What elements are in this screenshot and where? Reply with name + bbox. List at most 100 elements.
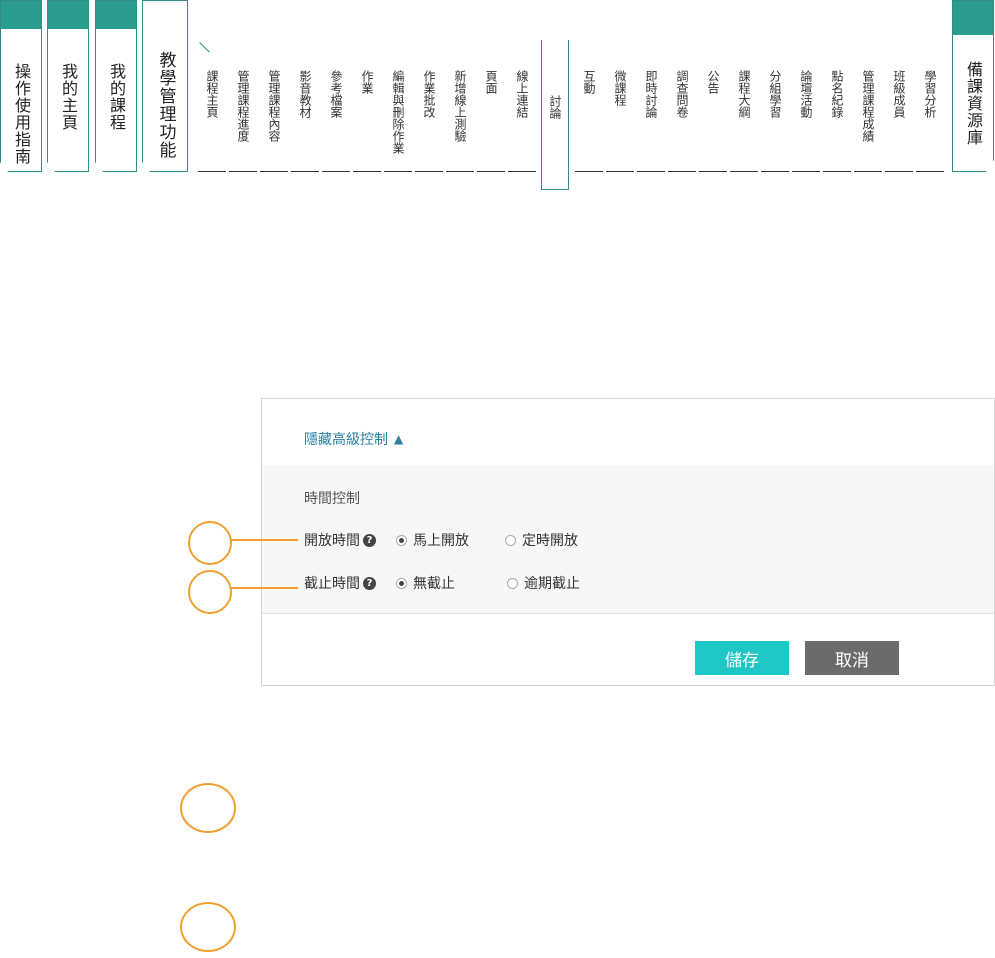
subtab-underline — [823, 171, 851, 172]
radio-label: 定時開放 — [522, 533, 578, 549]
radio-selected-icon — [396, 577, 407, 589]
subtab-label: 分組學習 — [768, 70, 782, 118]
tab-cap — [48, 1, 88, 29]
subtab-grading[interactable]: 作業批改 — [415, 40, 443, 172]
subtab-underline — [291, 171, 319, 172]
subtab-new-quiz[interactable]: 新增線上測驗 — [446, 40, 474, 172]
open-time-row: 開放時間 ? 馬上開放 定時開放 — [304, 530, 578, 550]
subtab-underline — [322, 171, 350, 172]
deadline-label: 截止時間 — [304, 576, 360, 592]
subtab-label: 即時討論 — [644, 70, 658, 118]
callout-circle — [180, 783, 236, 833]
subtab-class-members[interactable]: 班級成員 — [885, 40, 913, 172]
subtab-underline — [668, 171, 696, 172]
subtab-label: 班級成員 — [892, 70, 906, 118]
subtab-video-materials[interactable]: 影音教材 — [291, 40, 319, 172]
subtab-label: 公告 — [706, 70, 720, 94]
subtab-underline — [198, 171, 226, 172]
panel-header: 隱藏高級控制 ▲ — [262, 399, 994, 466]
hide-advanced-toggle[interactable]: 隱藏高級控制 ▲ — [304, 429, 403, 449]
subtab-announcements[interactable]: 公告 — [699, 40, 727, 172]
callout-line — [230, 539, 298, 541]
subtab-underline — [508, 171, 536, 172]
hide-advanced-label: 隱藏高級控制 — [304, 432, 388, 448]
nav-tab-teaching-management[interactable]: 教學管理功能 — [142, 0, 188, 172]
nav-tab-resource-library[interactable]: 備課資源庫 — [952, 0, 994, 172]
subtab-label: 線上連結 — [515, 70, 529, 118]
help-icon[interactable]: ? — [363, 576, 376, 590]
radio-label: 逾期截止 — [524, 576, 580, 592]
subtab-underline — [792, 171, 820, 172]
tab-cap — [953, 1, 993, 35]
subtab-label: 學習分析 — [923, 70, 937, 118]
subtab-discussion[interactable]: 討論 — [541, 40, 569, 190]
subtab-label: 討論 — [548, 95, 562, 119]
subtab-label: 互動 — [582, 70, 596, 94]
subtab-syllabus[interactable]: 課程大綱 — [730, 40, 758, 172]
subtab-survey[interactable]: 調查問卷 — [668, 40, 696, 172]
callout-line — [230, 587, 298, 589]
subtab-underline — [415, 171, 443, 172]
radio-selected-icon — [396, 534, 407, 546]
subtab-forum-activity[interactable]: 論壇活動 — [792, 40, 820, 172]
deadline-row: 截止時間 ? 無截止 逾期截止 — [304, 573, 580, 593]
subtab-live-discussion[interactable]: 即時討論 — [637, 40, 665, 172]
subtab-online-links[interactable]: 線上連結 — [508, 40, 536, 172]
subtab-label: 作業 — [360, 70, 374, 94]
subtab-edit-delete-assignments[interactable]: 編輯與刪除作業 — [384, 40, 412, 172]
subtab-underline — [854, 171, 882, 172]
subtab-underline — [916, 171, 944, 172]
chevron-up-icon: ▲ — [394, 432, 404, 446]
radio-label: 無截止 — [413, 576, 455, 592]
nav-tab-resource-library-label: 備課資源庫 — [964, 61, 983, 146]
nav-tab-homepage[interactable]: 我的主頁 — [47, 0, 89, 172]
radio-no-deadline[interactable]: 無截止 — [396, 573, 455, 593]
subtab-reference-files[interactable]: 參考檔案 — [322, 40, 350, 172]
subtab-underline — [477, 171, 505, 172]
radio-open-scheduled[interactable]: 定時開放 — [505, 530, 578, 550]
subtab-learning-analytics[interactable]: 學習分析 — [916, 40, 944, 172]
radio-overdue-deadline[interactable]: 逾期截止 — [507, 573, 580, 593]
subtab-course-home[interactable]: 課程主頁 — [198, 40, 226, 172]
subtab-underline — [606, 171, 634, 172]
radio-open-immediately[interactable]: 馬上開放 — [396, 530, 469, 550]
subtab-label: 點名紀錄 — [830, 70, 844, 118]
subtab-attendance[interactable]: 點名紀錄 — [823, 40, 851, 172]
section-title: 時間控制 — [304, 491, 360, 507]
subtab-label: 新增線上測驗 — [453, 70, 467, 142]
help-icon[interactable]: ? — [363, 533, 376, 547]
subtab-label: 頁面 — [484, 70, 498, 94]
nav-tab-my-courses[interactable]: 我的課程 — [95, 0, 137, 172]
time-control-section: 時間控制 開放時間 ? 馬上開放 定時開放 截止時間 ? 無截止 逾期截止 — [262, 465, 994, 614]
tab-cap — [96, 1, 136, 29]
subtab-label: 課程大綱 — [737, 70, 751, 118]
subtab-manage-content[interactable]: 管理課程內容 — [260, 40, 288, 172]
subtab-manage-progress[interactable]: 管理課程進度 — [229, 40, 257, 172]
subtab-label: 調查問卷 — [675, 70, 689, 118]
subtab-manage-grades[interactable]: 管理課程成績 — [854, 40, 882, 172]
subtab-label: 管理課程內容 — [267, 70, 281, 142]
callout-circle — [188, 570, 232, 614]
nav-tab-guide[interactable]: 操作使用指南 — [0, 0, 42, 172]
open-time-label: 開放時間 — [304, 533, 360, 549]
radio-label: 馬上開放 — [413, 533, 469, 549]
subtab-underline — [637, 171, 665, 172]
subtab-label: 微課程 — [613, 70, 627, 106]
subtab-underline — [229, 171, 257, 172]
subtab-underline — [699, 171, 727, 172]
subtab-group-learning[interactable]: 分組學習 — [761, 40, 789, 172]
subtab-underline — [885, 171, 913, 172]
subtab-label: 編輯與刪除作業 — [391, 70, 405, 154]
subtab-label: 作業批改 — [422, 70, 436, 118]
subtab-underline — [260, 171, 288, 172]
nav-tab-my-courses-label: 我的課程 — [107, 63, 126, 131]
subtab-micro-course[interactable]: 微課程 — [606, 40, 634, 172]
radio-unselected-icon — [505, 534, 516, 546]
subtab-pages[interactable]: 頁面 — [477, 40, 505, 172]
save-button[interactable]: 儲存 — [695, 641, 789, 675]
subtab-label: 管理課程成績 — [861, 70, 875, 142]
subtab-assignments[interactable]: 作業 — [353, 40, 381, 172]
nav-tab-teaching-management-label: 教學管理功能 — [155, 51, 176, 159]
subtab-interaction[interactable]: 互動 — [575, 40, 603, 172]
cancel-button[interactable]: 取消 — [805, 641, 899, 675]
